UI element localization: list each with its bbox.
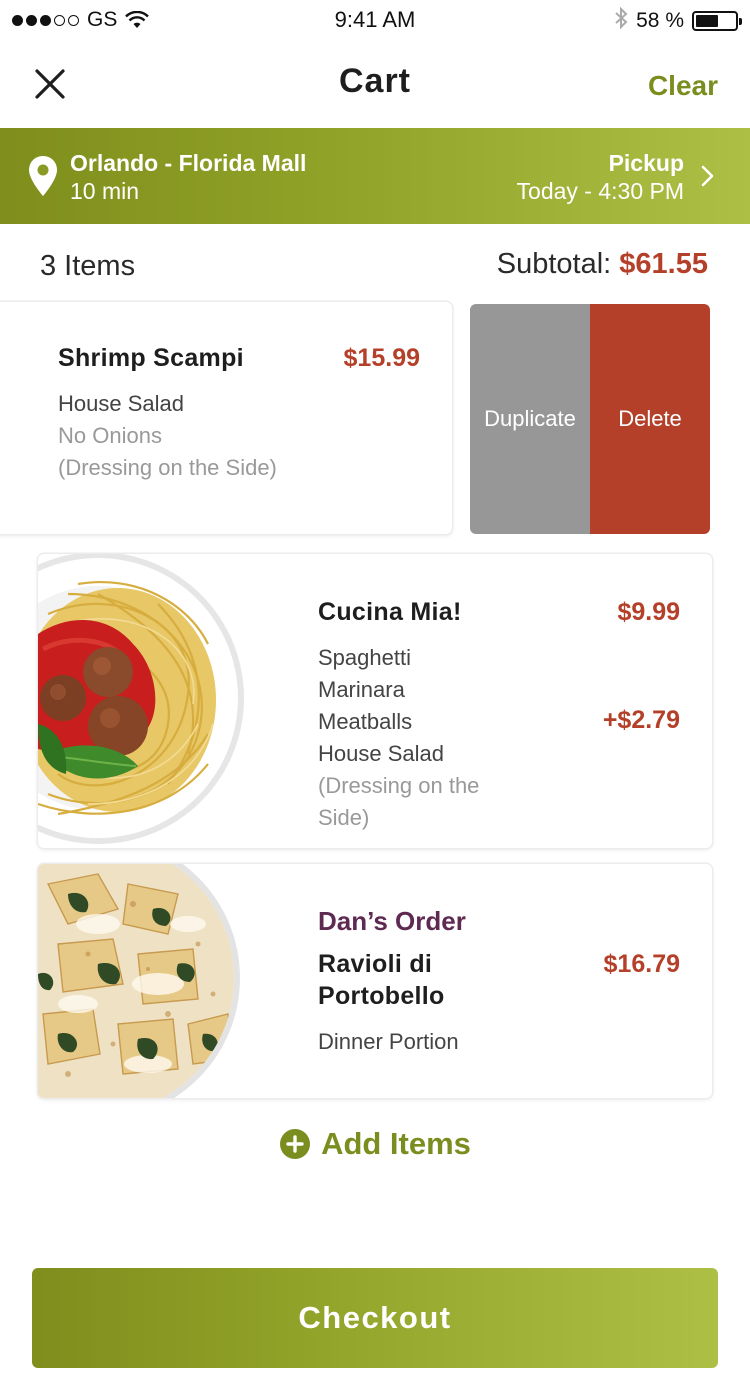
checkout-button[interactable]: Checkout	[32, 1268, 718, 1368]
subtotal: Subtotal: $61.55	[497, 248, 708, 281]
cart-item-card[interactable]: Dan’s Order Ravioli di Portobello $16.79…	[38, 864, 712, 1098]
item-price: $9.99	[617, 598, 680, 626]
subtotal-label: Subtotal:	[496, 248, 612, 280]
add-items-button[interactable]: Add Items	[0, 1126, 750, 1162]
item-note: Side)	[318, 805, 370, 830]
delete-button[interactable]: Delete	[590, 304, 710, 534]
item-name: Cucina Mia!	[318, 598, 462, 626]
page-title: Cart	[338, 62, 412, 100]
cart-item-card[interactable]: Shrimp Scampi $15.99 House Salad No Onio…	[0, 302, 452, 534]
battery-fill	[696, 15, 718, 27]
item-option: House Salad	[58, 391, 184, 416]
spaghetti-meatballs-image	[38, 554, 244, 844]
item-note: (Dressing on the	[318, 773, 480, 798]
item-price: $16.79	[603, 950, 680, 978]
subtotal-value: $61.55	[619, 248, 708, 280]
location-name: Orlando - Florida Mall	[70, 150, 307, 176]
item-note: (Dressing on the Side)	[58, 455, 277, 480]
item-note: No Onions	[58, 423, 162, 448]
item-option: Meatballs	[318, 709, 413, 734]
cart-item-card[interactable]: Cucina Mia! $9.99 Spaghetti Marinara Mea…	[38, 554, 712, 848]
add-items-label: Add Items	[321, 1126, 471, 1161]
pickup-label: Pickup	[608, 150, 684, 176]
battery-icon	[692, 11, 742, 31]
location-travel-time: 10 min	[70, 178, 140, 204]
battery-percent: 58 %	[636, 9, 684, 32]
item-option: Marinara	[318, 677, 405, 702]
plus-circle-icon	[280, 1129, 311, 1159]
item-name-line: Ravioli di	[318, 950, 433, 978]
pickup-time: Today - 4:30 PM	[516, 178, 684, 204]
location-pin-icon	[29, 156, 57, 196]
clear-button[interactable]: Clear	[648, 70, 718, 102]
item-option: Dinner Portion	[318, 1029, 459, 1054]
status-bar: GS 9:41 AM 58 %	[0, 0, 750, 40]
chevron-right-icon	[701, 165, 714, 187]
swipe-actions: Duplicate Delete	[470, 304, 710, 534]
item-price: $15.99	[343, 344, 420, 372]
bluetooth-icon	[614, 6, 628, 35]
order-owner: Dan’s Order	[318, 906, 466, 936]
item-extra-price: +$2.79	[602, 706, 680, 734]
duplicate-button[interactable]: Duplicate	[470, 304, 590, 534]
ravioli-image	[38, 864, 240, 1098]
item-option: House Salad	[318, 741, 444, 766]
nav-bar: Cart Clear	[0, 40, 750, 128]
location-banner[interactable]: Orlando - Florida Mall 10 min Pickup Tod…	[0, 128, 750, 224]
status-right: 58 %	[614, 6, 742, 35]
item-option: Spaghetti	[318, 645, 411, 670]
item-name: Shrimp Scampi	[58, 344, 244, 372]
items-count: 3 Items	[40, 250, 136, 282]
item-name-line: Portobello	[318, 982, 445, 1010]
